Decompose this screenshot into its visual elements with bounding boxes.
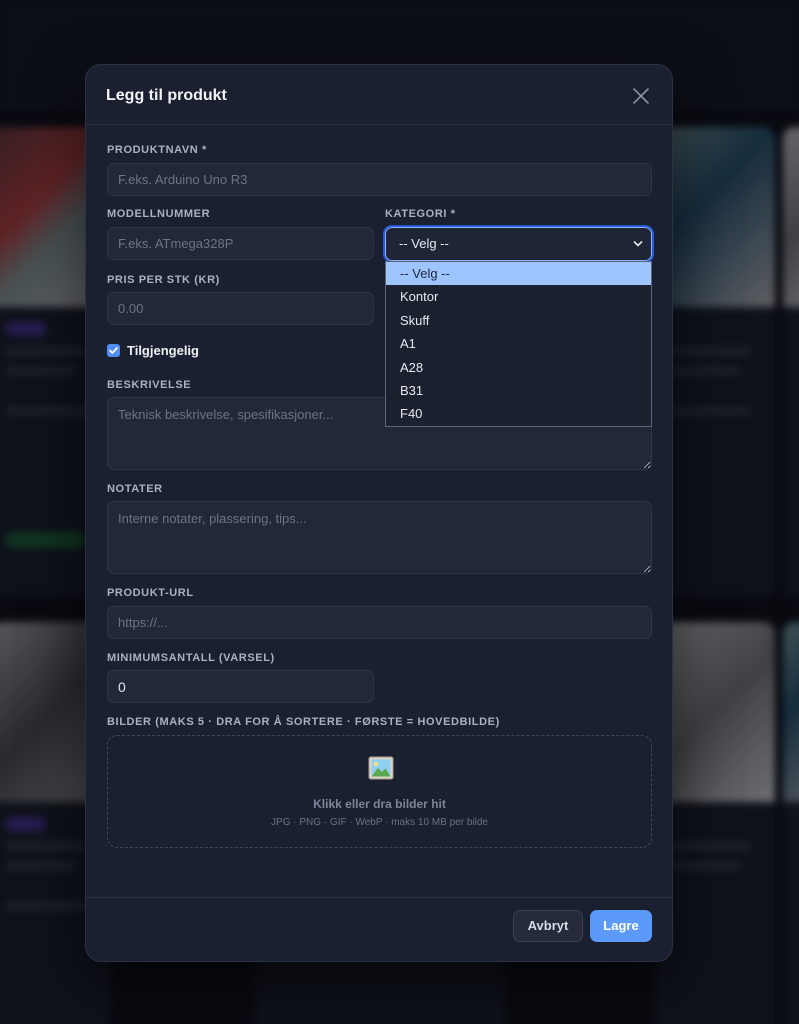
modal-footer-divider [86, 897, 672, 898]
price-label: PRIS PER STK (KR) [107, 274, 220, 286]
category-option[interactable]: -- Velg -- [386, 262, 651, 286]
check-icon [109, 347, 118, 354]
modal-header: Legg til produkt [86, 65, 672, 125]
notes-textarea[interactable] [107, 501, 652, 574]
notes-label: NOTATER [107, 483, 163, 495]
category-select[interactable]: -- Velg -- [383, 225, 654, 263]
category-dropdown-list: -- Velg -- Kontor Skuff A1 A28 B31 F40 [385, 261, 652, 427]
category-option[interactable]: A1 [386, 332, 651, 355]
category-selected-value: -- Velg -- [399, 236, 449, 251]
available-checkbox[interactable] [107, 344, 120, 357]
category-option[interactable]: F40 [386, 402, 651, 425]
model-number-input[interactable] [107, 227, 374, 260]
category-option[interactable]: Kontor [386, 285, 651, 308]
images-label: BILDER (MAKS 5 · DRA FOR Å SORTERE · FØR… [107, 716, 500, 728]
available-label[interactable]: Tilgjengelig [127, 343, 199, 358]
product-url-input[interactable] [107, 606, 652, 639]
category-option[interactable]: Skuff [386, 309, 651, 332]
dropzone-hint: JPG · PNG · GIF · WebP · maks 10 MB per … [271, 817, 488, 828]
cancel-button[interactable]: Avbryt [513, 910, 583, 942]
category-option[interactable]: A28 [386, 356, 651, 379]
category-label: KATEGORI * [385, 208, 456, 220]
description-label: BESKRIVELSE [107, 379, 192, 391]
product-name-input[interactable] [107, 163, 652, 196]
dropzone-title: Klikk eller dra bilder hit [313, 797, 446, 811]
image-icon [368, 756, 394, 780]
price-input[interactable] [107, 292, 374, 325]
save-button[interactable]: Lagre [590, 910, 652, 942]
model-number-label: MODELLNUMMER [107, 208, 211, 220]
add-product-modal: Legg til produkt PRODUKTNAVN * MODELLNUM… [85, 64, 673, 962]
category-option[interactable]: B31 [386, 379, 651, 402]
min-quantity-input[interactable] [107, 670, 374, 703]
image-dropzone[interactable]: Klikk eller dra bilder hit JPG · PNG · G… [107, 735, 652, 848]
product-url-label: PRODUKT-URL [107, 587, 194, 599]
close-icon[interactable] [632, 87, 650, 105]
modal-title: Legg til produkt [106, 87, 227, 104]
min-quantity-label: MINIMUMSANTALL (VARSEL) [107, 652, 275, 664]
product-name-label: PRODUKTNAVN * [107, 144, 207, 156]
